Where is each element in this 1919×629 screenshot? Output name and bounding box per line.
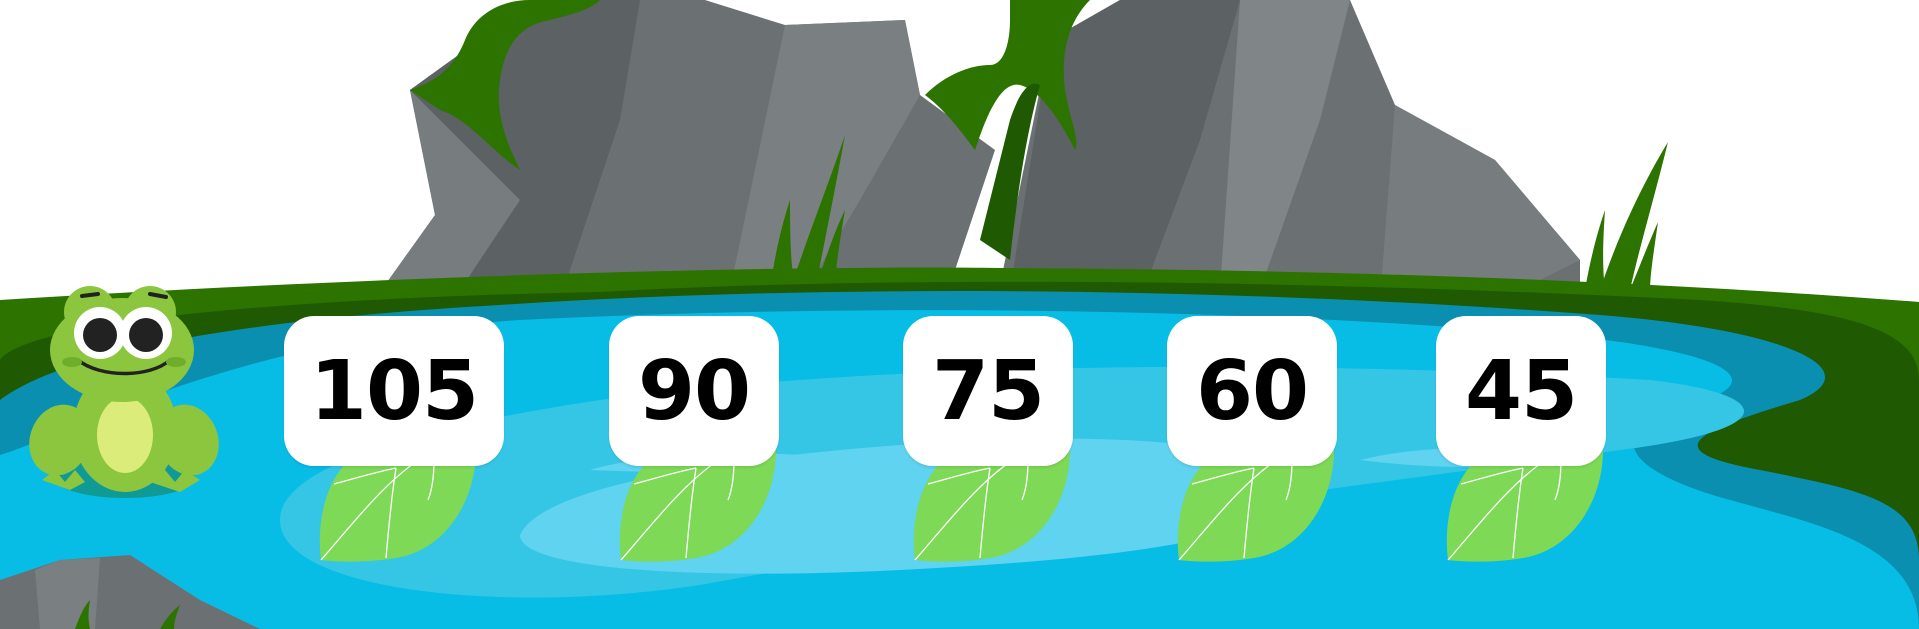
rocks bbox=[385, 0, 1580, 300]
pond-scene bbox=[0, 0, 1919, 629]
number-card-5[interactable]: 45 bbox=[1436, 316, 1606, 466]
number-card-1[interactable]: 105 bbox=[284, 316, 504, 466]
number-card-3[interactable]: 75 bbox=[903, 316, 1073, 466]
number-card-4[interactable]: 60 bbox=[1167, 316, 1337, 466]
number-card-2[interactable]: 90 bbox=[609, 316, 779, 466]
